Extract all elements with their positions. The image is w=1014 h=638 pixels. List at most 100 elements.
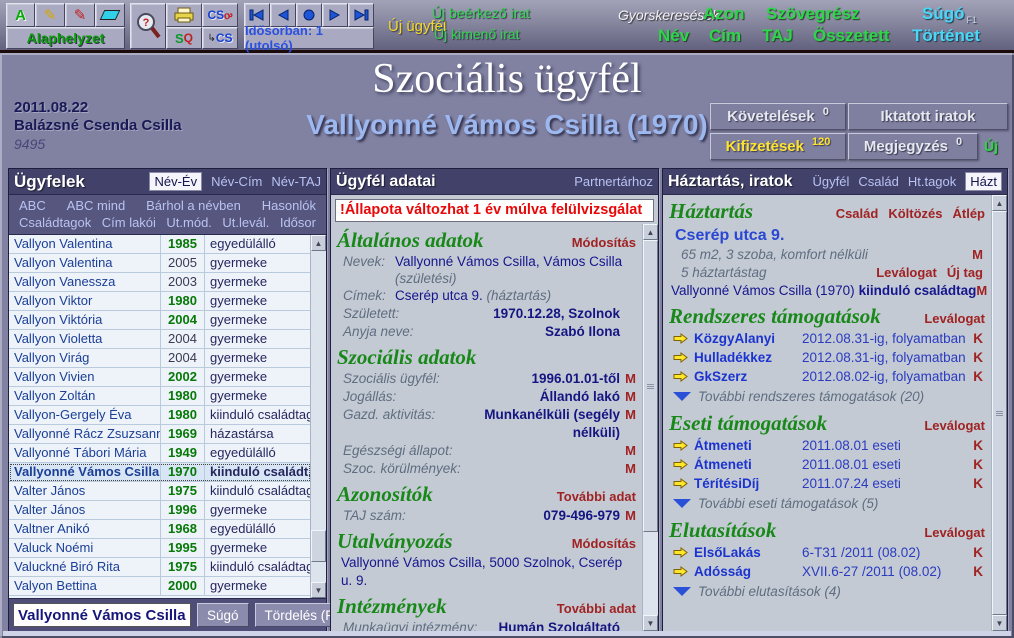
tovabbi-adat-link[interactable]: További adat <box>557 489 636 504</box>
scroll-up-icon[interactable]: ▲ <box>311 235 326 251</box>
table-row[interactable]: Valter János1996gyermeke <box>9 501 311 520</box>
quick-search-taj-link[interactable]: TAJ <box>762 26 793 46</box>
table-row[interactable]: Vallyon Viktor1980gyermeke <box>9 292 311 311</box>
tab-hazt[interactable]: Házt <box>965 172 1002 191</box>
scroll-down-icon[interactable]: ▼ <box>643 615 658 631</box>
iktatott-iratok-button[interactable]: Iktatott iratok <box>848 103 1008 130</box>
k-link[interactable]: K <box>973 475 983 492</box>
k-link[interactable]: K <box>973 330 983 347</box>
table-row[interactable]: Vallyon Zoltán1980gyermeke <box>9 387 311 406</box>
client-data-scrollbar[interactable]: ▲ ▼ <box>642 224 658 631</box>
more-rendszeres-link[interactable]: További rendszeres támogatások (20) <box>663 386 991 407</box>
table-row-selected[interactable]: Vallyonné Vámos Csilla1970kiinduló csalá… <box>9 463 311 482</box>
modositas-link[interactable]: Módosítás <box>572 235 636 250</box>
partner-store-link[interactable]: Partnertárhoz <box>574 174 653 189</box>
k-link[interactable]: K <box>973 349 983 366</box>
table-row[interactable]: Valter János1975kiinduló családtag <box>9 482 311 501</box>
history-link[interactable]: Történet <box>912 26 980 46</box>
table-row[interactable]: Vallyon Vivien2002gyermeke <box>9 368 311 387</box>
k-link[interactable]: K <box>973 456 983 473</box>
support-item[interactable]: Átmeneti2011.08.01 esetiK <box>663 455 991 474</box>
filter-utmod[interactable]: Ut.mód. <box>166 215 212 230</box>
edit-red-button[interactable]: ✎ <box>65 3 95 27</box>
modify-link[interactable]: M <box>620 460 636 478</box>
client-search-input[interactable] <box>13 603 191 627</box>
modositas-link[interactable]: Módosítás <box>572 536 636 551</box>
new-incoming-doc-link[interactable]: Új beérkező irat <box>432 5 530 21</box>
scroll-up-icon[interactable]: ▲ <box>643 224 658 240</box>
filter-cim-lakoi[interactable]: Cím lakói <box>102 215 156 230</box>
filter-abc-mind[interactable]: ABC mind <box>67 198 126 213</box>
table-row[interactable]: Vallyon-Gergely Éva1980kiinduló családta… <box>9 406 311 425</box>
modify-link[interactable]: M <box>620 388 636 406</box>
k-link[interactable]: K <box>973 563 983 580</box>
table-row[interactable]: Vallyonné Tábori Mária1949egyedülálló <box>9 444 311 463</box>
quick-search-osszetett-link[interactable]: Összetett <box>813 26 890 46</box>
scroll-up-icon[interactable]: ▲ <box>992 195 1007 211</box>
new-outgoing-doc-link[interactable]: Új kimenő irat <box>434 26 520 42</box>
filter-hasonlok[interactable]: Hasonlók <box>262 198 316 213</box>
edit-yellow-button[interactable]: ✎ <box>35 3 65 27</box>
tab-ugyfel[interactable]: Ügyfél <box>813 174 850 189</box>
k-link[interactable]: K <box>973 368 983 385</box>
table-row[interactable]: Vallyon Violetta2004gyermeke <box>9 330 311 349</box>
new-note-link[interactable]: Új <box>984 138 998 154</box>
quick-search-cim-link[interactable]: Cím <box>709 26 741 46</box>
tab-nev-taj[interactable]: Név-TAJ <box>271 174 321 189</box>
table-row[interactable]: Vallyon Vanessza2003gyermeke <box>9 273 311 292</box>
client-list-scrollbar[interactable]: ▲ ▼ <box>310 235 326 598</box>
filter-csaladtagok[interactable]: Családtagok <box>19 215 91 230</box>
table-row[interactable]: Vallyon Valentina2005gyermeke <box>9 254 311 273</box>
modify-link[interactable]: M <box>620 507 636 525</box>
modify-link[interactable]: M <box>620 442 636 460</box>
help-link[interactable]: SúgóF1 <box>922 4 977 25</box>
tab-nev-cim[interactable]: Név-Cím <box>211 174 262 189</box>
sq-search-button[interactable]: SQ <box>166 27 202 49</box>
table-row[interactable]: Valyon Bettina2000gyermeke <box>9 577 311 596</box>
support-item[interactable]: KözgyAlanyi2012.08.31-ig, folyamatbanK <box>663 329 991 348</box>
levalogat-link[interactable]: Leválogat <box>924 311 985 326</box>
megjegyzes-button[interactable]: Megjegyzés 0 <box>848 133 978 160</box>
print-button[interactable] <box>166 3 202 27</box>
cs-copy-button[interactable]: ↳CS <box>202 27 238 49</box>
kifizetesek-button[interactable]: Kifizetések 120 <box>710 133 846 160</box>
modify-link[interactable]: M <box>620 406 636 424</box>
atlep-link[interactable]: Átlép <box>953 206 986 221</box>
table-row[interactable]: Valuckné Biró Rita1975kiinduló családtag <box>9 558 311 577</box>
table-row[interactable]: Valtner Anikó1968egyedülálló <box>9 520 311 539</box>
scrollbar-thumb[interactable] <box>311 530 326 562</box>
search-help-button[interactable]: ? <box>130 3 166 49</box>
support-item[interactable]: Hulladékkez2012.08.31-ig, folyamatbanK <box>663 348 991 367</box>
modify-link[interactable]: M <box>972 246 983 264</box>
quick-search-szovegresz-link[interactable]: Szövegrész <box>766 4 860 24</box>
support-item[interactable]: Átmeneti2011.08.01 esetiK <box>663 436 991 455</box>
scrollbar-thumb[interactable] <box>643 240 658 532</box>
table-row[interactable]: Vallyon Virág2004gyermeke <box>9 349 311 368</box>
help-button[interactable]: Súgó <box>197 603 249 627</box>
alaphelyzet-button[interactable]: Alaphelyzet <box>6 27 125 49</box>
support-item[interactable]: TérítésiDíj2011.07.24 esetiK <box>663 474 991 493</box>
timeline-position-button[interactable]: Idősorban: 1 (utolsó) <box>244 27 374 49</box>
household-scrollbar[interactable]: ▲ ▼ <box>991 195 1007 631</box>
filter-abc[interactable]: ABC <box>19 198 46 213</box>
filter-utleval[interactable]: Ut.levál. <box>222 215 269 230</box>
csalad-link[interactable]: Család <box>836 206 879 221</box>
k-link[interactable]: K <box>973 544 983 561</box>
modify-link[interactable]: M <box>976 282 987 300</box>
tovabbi-adat-link[interactable]: További adat <box>557 601 636 616</box>
scrollbar-thumb[interactable] <box>992 211 1007 615</box>
tab-nev-ev[interactable]: Név-Év <box>149 172 202 191</box>
cs-search-button[interactable]: CSꭴ <box>202 3 238 27</box>
tab-csalad[interactable]: Család <box>858 174 898 189</box>
tab-httagok[interactable]: Ht.tagok <box>908 174 956 189</box>
scroll-down-icon[interactable]: ▼ <box>992 615 1007 631</box>
table-row[interactable]: Vallyonné Rácz Zsuzsanna1969házastársa <box>9 425 311 444</box>
quick-search-azon-link[interactable]: Azon <box>703 4 745 24</box>
modify-link[interactable]: M <box>620 370 636 388</box>
rejection-item[interactable]: AdósságXVII.6-27 /2011 (08.02)K <box>663 562 991 581</box>
kovetelesek-button[interactable]: Követelések 0 <box>710 103 846 130</box>
levalogat-link[interactable]: Leválogat <box>876 264 937 282</box>
uj-tag-link[interactable]: Új tag <box>947 264 983 282</box>
k-link[interactable]: K <box>973 437 983 454</box>
filter-barhol[interactable]: Bárhol a névben <box>146 198 241 213</box>
